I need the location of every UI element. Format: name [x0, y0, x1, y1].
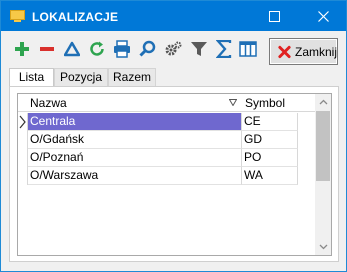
sum-button[interactable]	[215, 40, 233, 58]
search-icon	[139, 40, 156, 57]
maximize-button[interactable]	[251, 1, 297, 31]
app-window: LOKALIZACJE Zamknij Lista Pozycja Razem …	[0, 0, 347, 272]
cell-name[interactable]: Centrala	[28, 113, 242, 131]
grid-header: Nazwa Symbol	[18, 94, 315, 112]
column-header-symbol[interactable]: Symbol	[245, 96, 285, 110]
cell-symbol[interactable]: WA	[242, 167, 298, 185]
table-row[interactable]: O/Poznań PO	[18, 149, 315, 167]
sort-indicator-icon	[229, 99, 237, 106]
close-x-icon	[278, 45, 291, 58]
app-window-icon	[10, 10, 25, 22]
table-row[interactable]: O/Warszawa WA	[18, 167, 315, 185]
cell-name[interactable]: O/Gdańsk	[28, 131, 242, 149]
data-grid: Nazwa Symbol Centrala CE O/Gdańsk GD O/P…	[17, 93, 332, 256]
cell-name[interactable]: O/Warszawa	[28, 167, 242, 185]
add-button[interactable]	[13, 40, 31, 58]
print-icon	[114, 40, 130, 58]
tab-razem[interactable]: Razem	[108, 68, 156, 86]
vertical-scrollbar[interactable]	[315, 94, 331, 255]
row-indicator	[18, 113, 28, 131]
cell-symbol[interactable]: CE	[242, 113, 298, 131]
scroll-down-button[interactable]	[315, 239, 331, 255]
close-button[interactable]: Zamknij	[269, 38, 338, 65]
scroll-up-button[interactable]	[315, 94, 331, 110]
scroll-thumb[interactable]	[316, 111, 330, 181]
table-row[interactable]: O/Gdańsk GD	[18, 131, 315, 149]
chevron-down-icon	[319, 244, 327, 250]
maximize-icon	[268, 10, 280, 22]
delta-button[interactable]	[63, 40, 81, 58]
cell-symbol[interactable]: PO	[242, 149, 298, 167]
close-window-button[interactable]	[300, 1, 346, 31]
title-bar[interactable]: LOKALIZACJE	[1, 1, 346, 31]
delta-icon	[64, 41, 80, 57]
current-row-arrow-icon	[19, 115, 26, 129]
tab-lista[interactable]: Lista	[9, 68, 54, 87]
close-icon	[317, 10, 329, 22]
print-button[interactable]	[113, 40, 131, 58]
table-row[interactable]: Centrala CE	[18, 113, 315, 131]
remove-button[interactable]	[38, 40, 56, 58]
refresh-button[interactable]	[88, 40, 106, 58]
settings-button[interactable]	[164, 40, 182, 58]
refresh-icon	[90, 41, 104, 56]
row-indicator	[18, 167, 28, 185]
add-icon	[15, 42, 29, 56]
sum-icon	[216, 40, 232, 58]
tab-pozycja[interactable]: Pozycja	[54, 68, 108, 86]
filter-icon	[191, 42, 207, 56]
tab-panel: Nazwa Symbol Centrala CE O/Gdańsk GD O/P…	[9, 86, 339, 262]
columns-button[interactable]	[239, 40, 257, 58]
tab-bar: Lista Pozycja Razem	[9, 68, 339, 87]
row-indicator	[18, 149, 28, 167]
cell-symbol[interactable]: GD	[242, 131, 298, 149]
close-button-label: Zamknij	[294, 44, 337, 59]
row-indicator	[18, 131, 28, 149]
search-button[interactable]	[139, 40, 157, 58]
cell-name[interactable]: O/Poznań	[28, 149, 242, 167]
remove-icon	[40, 47, 54, 51]
window-title: LOKALIZACJE	[32, 10, 119, 24]
chevron-up-icon	[319, 99, 327, 105]
settings-gear-icon	[165, 41, 182, 56]
column-header-name[interactable]: Nazwa	[30, 96, 67, 110]
columns-icon	[239, 41, 257, 57]
filter-button[interactable]	[190, 40, 208, 58]
